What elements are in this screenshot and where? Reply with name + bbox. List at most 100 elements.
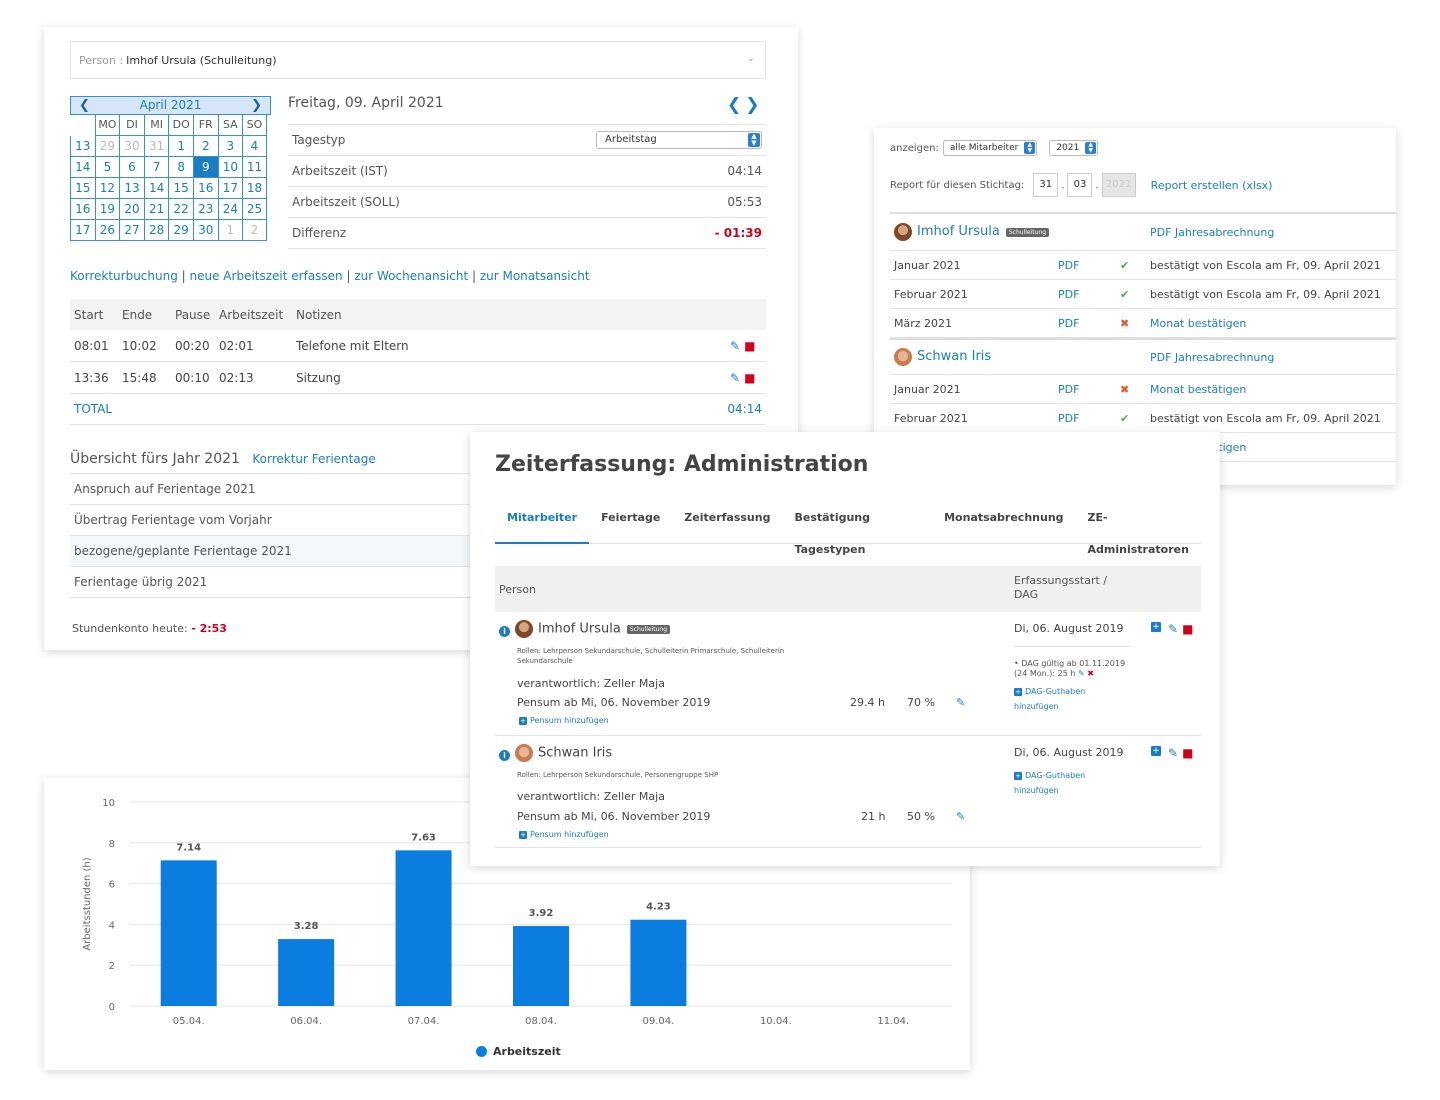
calendar-day[interactable]: 30	[192, 220, 218, 241]
add-pensum-button[interactable]: + Pensum hinzufügen	[519, 830, 609, 839]
korrektur-ferientage-link[interactable]: Korrektur Ferientage	[252, 452, 375, 466]
diff-label: Differenz	[292, 226, 347, 240]
year-input[interactable]: 2021	[1101, 173, 1136, 197]
calendar-day[interactable]: 6	[119, 157, 144, 178]
calendar-day[interactable]: 31	[143, 136, 169, 157]
tab-bestaetigung[interactable]: Bestätigung Tagestypen	[782, 502, 932, 556]
week-view-link[interactable]: zur Wochenansicht	[354, 269, 468, 283]
calendar-day[interactable]: 25	[242, 199, 267, 220]
create-report-link[interactable]: Report erstellen (xlsx)	[1151, 179, 1273, 192]
calendar-day[interactable]: 28	[143, 220, 169, 241]
calendar-day[interactable]: 29	[94, 136, 120, 157]
pencil-icon[interactable]: ✎	[956, 810, 965, 823]
calendar-day[interactable]: 22	[168, 199, 193, 220]
tab-mitarbeiter[interactable]: Mitarbeiter	[495, 502, 590, 544]
divider	[1014, 646, 1131, 647]
calendar-day[interactable]: 1	[217, 220, 243, 241]
calendar-day[interactable]: 27	[119, 220, 144, 241]
calendar-day[interactable]: 26	[94, 220, 120, 241]
calendar-day[interactable]: 24	[217, 199, 243, 220]
month-view-link[interactable]: zur Monatsansicht	[480, 269, 590, 283]
chart-bar[interactable]	[513, 926, 569, 1006]
next-day-icon[interactable]: ❯	[745, 95, 763, 115]
korrekturbuchung-link[interactable]: Korrekturbuchung	[70, 269, 178, 283]
calendar-day[interactable]: 3	[217, 136, 243, 157]
bar-value-label: 3.92	[529, 908, 554, 919]
calendar-day[interactable]: 29	[168, 220, 193, 241]
calendar-day[interactable]: 13	[119, 178, 144, 199]
calendar-week-number: 14	[70, 157, 95, 178]
year-select[interactable]: 2021 ▲ ▼	[1049, 140, 1099, 156]
new-time-link[interactable]: neue Arbeitszeit erfassen	[190, 269, 343, 283]
calendar-day[interactable]: 21	[143, 199, 169, 220]
chart-bar[interactable]	[278, 939, 335, 1006]
chart-bar[interactable]	[160, 860, 217, 1006]
calendar-day[interactable]: 11	[242, 157, 267, 178]
trash-icon[interactable]: ■	[744, 371, 755, 385]
calendar-day[interactable]: 19	[94, 199, 120, 220]
chart-bar[interactable]	[630, 919, 687, 1006]
confirm-month-link[interactable]: Monat bestätigen	[1150, 317, 1396, 330]
pencil-icon[interactable]: ✎	[956, 696, 965, 709]
calendar-day[interactable]: 20	[119, 199, 144, 220]
report-person-name[interactable]: Schwan Iris	[917, 349, 991, 364]
close-icon[interactable]: ✖	[1087, 669, 1094, 678]
month-input[interactable]: 03	[1067, 173, 1093, 197]
plus-icon[interactable]: +	[1151, 622, 1161, 632]
tab-ze-admins[interactable]: ZE-Administratoren	[1076, 502, 1201, 556]
calendar-day[interactable]: 15	[168, 178, 193, 199]
calendar-day[interactable]: 8	[168, 157, 193, 178]
plus-icon[interactable]: +	[1151, 746, 1161, 756]
calendar-day[interactable]: 1	[168, 136, 193, 157]
prev-month-icon[interactable]: ❮	[79, 97, 90, 114]
employee-filter-select[interactable]: alle Mitarbeiter ▲ ▼	[942, 140, 1038, 156]
trash-icon[interactable]: ■	[1182, 622, 1193, 636]
trash-icon[interactable]: ■	[1182, 746, 1193, 760]
info-icon[interactable]: i	[499, 750, 510, 761]
confirm-month-link[interactable]: Monat bestätigen	[1150, 383, 1396, 396]
calendar-day[interactable]: 12	[94, 178, 120, 199]
report-person-name[interactable]: Imhof Ursula	[917, 224, 1000, 239]
calendar-day[interactable]: 17	[217, 178, 243, 199]
calendar-day[interactable]: 7	[143, 157, 169, 178]
chart-bar[interactable]	[395, 850, 452, 1006]
calendar-day[interactable]: 14	[143, 178, 169, 199]
calendar-day[interactable]: 30	[119, 136, 144, 157]
tab-feiertage[interactable]: Feiertage	[589, 502, 672, 544]
day-input[interactable]: 31	[1033, 173, 1059, 197]
add-dag-button[interactable]: + DAG-Guthaben hinzufügen	[1014, 684, 1085, 714]
pdf-link[interactable]: PDF	[1058, 383, 1120, 396]
calendar-day-selected[interactable]: 9	[192, 157, 218, 178]
pencil-icon[interactable]: ✎	[1168, 622, 1178, 636]
calendar-day[interactable]: 4	[242, 136, 267, 157]
calendar-day[interactable]: 23	[192, 199, 218, 220]
tab-monatsabrechnung[interactable]: Monatsabrechnung	[932, 502, 1075, 544]
add-dag-button[interactable]: + DAG-Guthaben hinzufügen	[1014, 768, 1085, 798]
add-pensum-button[interactable]: + Pensum hinzufügen	[519, 716, 609, 725]
pdf-link[interactable]: PDF	[1058, 317, 1120, 330]
pencil-icon[interactable]: ✎	[730, 339, 740, 353]
person-select[interactable]: Person : Imhof Ursula (Schulleitung) ⌄	[70, 41, 766, 79]
pdf-link[interactable]: PDF	[1058, 259, 1120, 272]
calendar-day[interactable]: 10	[217, 157, 243, 178]
calendar-day[interactable]: 2	[192, 136, 218, 157]
tab-zeiterfassung[interactable]: Zeiterfassung	[672, 502, 782, 544]
pdf-annual-link[interactable]: PDF Jahresabrechnung	[1150, 226, 1396, 239]
pdf-link[interactable]: PDF	[1058, 288, 1120, 301]
prev-day-icon[interactable]: ❮	[727, 95, 745, 115]
chart-legend[interactable]: Arbeitszeit	[476, 1045, 561, 1058]
trash-icon[interactable]: ■	[744, 339, 755, 353]
pencil-icon[interactable]: ✎	[1078, 669, 1085, 678]
pdf-annual-link[interactable]: PDF Jahresabrechnung	[1150, 351, 1396, 364]
calendar-day[interactable]: 5	[94, 157, 120, 178]
pencil-icon[interactable]: ✎	[730, 371, 740, 385]
next-month-icon[interactable]: ❯	[251, 97, 262, 114]
calendar-day[interactable]: 18	[242, 178, 267, 199]
tagestyp-select[interactable]: Arbeitstag ▲ ▼	[596, 131, 762, 149]
calendar-day[interactable]: 16	[192, 178, 218, 199]
dag-line2: (24 Mon.): 25 h	[1014, 669, 1076, 678]
pdf-link[interactable]: PDF	[1058, 412, 1120, 425]
calendar-day[interactable]: 2	[242, 220, 267, 241]
pencil-icon[interactable]: ✎	[1168, 746, 1178, 760]
info-icon[interactable]: i	[499, 626, 510, 637]
